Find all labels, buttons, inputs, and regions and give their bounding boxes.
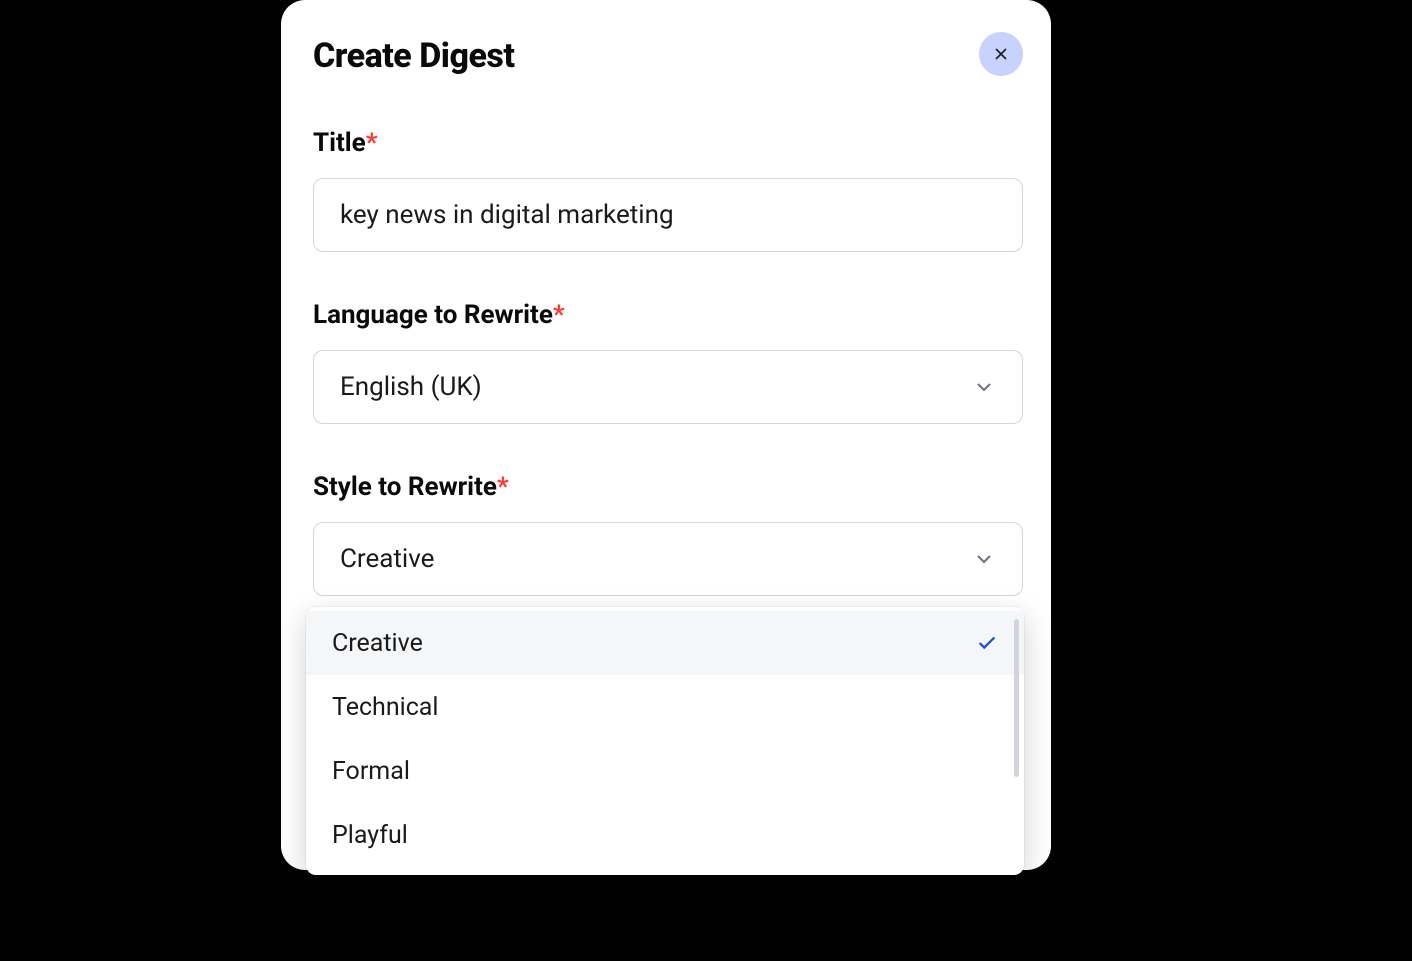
chevron-down-icon bbox=[972, 375, 996, 399]
required-asterisk: * bbox=[553, 300, 565, 330]
language-select[interactable]: English (UK) bbox=[313, 350, 1023, 424]
language-field-group: Language to Rewrite* English (UK) bbox=[313, 300, 1019, 424]
required-asterisk: * bbox=[366, 128, 378, 158]
title-label-text: Title bbox=[313, 128, 366, 158]
style-select-value: Creative bbox=[340, 544, 434, 574]
title-label: Title* bbox=[313, 128, 1019, 158]
close-button[interactable] bbox=[979, 32, 1023, 76]
style-option-label: Creative bbox=[332, 629, 423, 658]
style-option-label: Technical bbox=[332, 693, 438, 722]
title-input-value: key news in digital marketing bbox=[340, 200, 674, 230]
style-option-creative[interactable]: Creative bbox=[306, 611, 1024, 675]
modal-title: Create Digest bbox=[313, 36, 514, 76]
style-label: Style to Rewrite* bbox=[313, 472, 1019, 502]
modal-header: Create Digest bbox=[313, 36, 1019, 76]
close-icon bbox=[991, 44, 1011, 64]
style-dropdown: Creative Technical Formal Playful bbox=[306, 607, 1024, 875]
title-input[interactable]: key news in digital marketing bbox=[313, 178, 1023, 252]
style-option-label: Playful bbox=[332, 821, 408, 850]
style-option-formal[interactable]: Formal bbox=[306, 739, 1024, 803]
language-select-value: English (UK) bbox=[340, 372, 482, 402]
check-icon bbox=[976, 632, 998, 654]
style-option-playful[interactable]: Playful bbox=[306, 803, 1024, 867]
required-asterisk: * bbox=[497, 472, 509, 502]
style-option-technical[interactable]: Technical bbox=[306, 675, 1024, 739]
title-field-group: Title* key news in digital marketing bbox=[313, 128, 1019, 252]
chevron-down-icon bbox=[972, 547, 996, 571]
dropdown-scrollbar[interactable] bbox=[1014, 619, 1019, 777]
style-option-label: Formal bbox=[332, 757, 410, 786]
style-field-group: Style to Rewrite* Creative bbox=[313, 472, 1019, 596]
language-label: Language to Rewrite* bbox=[313, 300, 1019, 330]
language-label-text: Language to Rewrite bbox=[313, 300, 553, 330]
style-label-text: Style to Rewrite bbox=[313, 472, 497, 502]
style-select[interactable]: Creative bbox=[313, 522, 1023, 596]
